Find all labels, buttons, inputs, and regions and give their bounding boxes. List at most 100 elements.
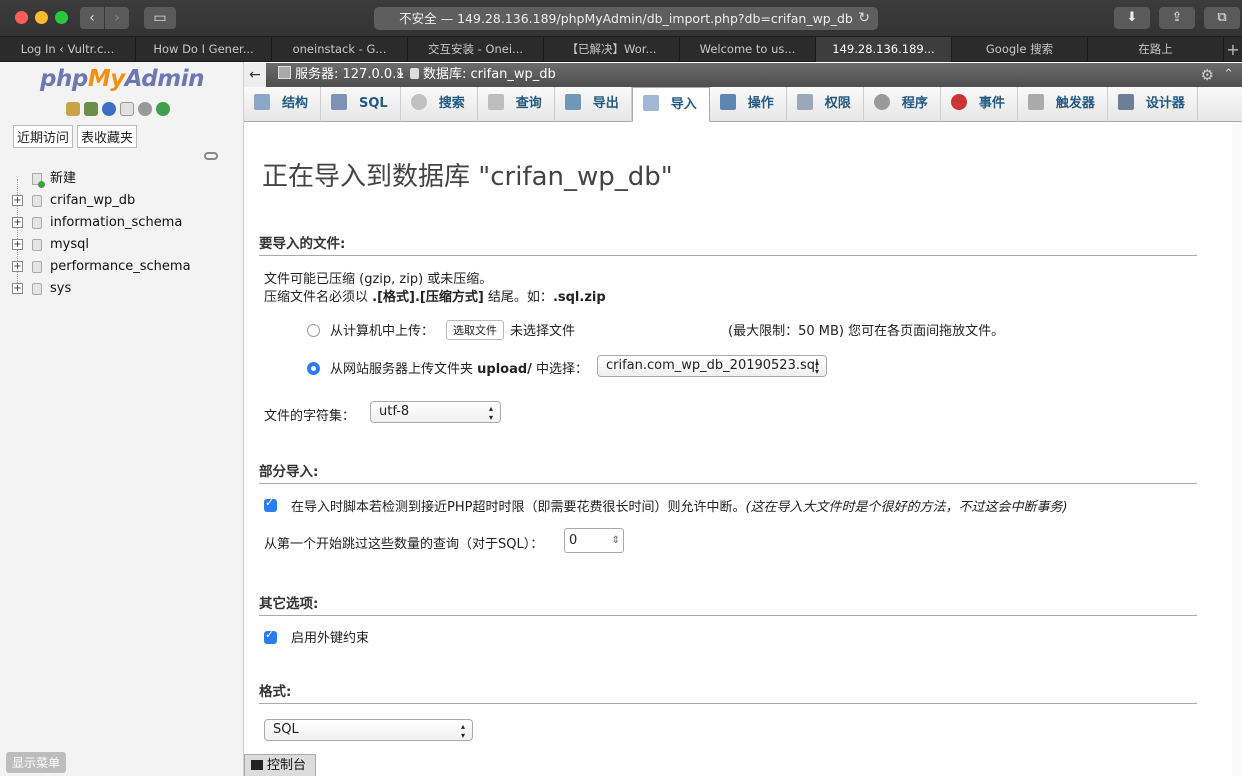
logo-php: php [40, 66, 88, 92]
tab-search[interactable]: 搜索 [401, 87, 478, 122]
browser-tab[interactable]: 在路上 [1088, 37, 1224, 62]
format-select[interactable]: SQL [264, 719, 473, 741]
console-label: 控制台 [267, 758, 307, 773]
skip-queries-input[interactable]: 0 [564, 528, 624, 553]
tree-item-database[interactable]: + mysql [10, 234, 240, 256]
reload-icon[interactable]: ↻ [858, 7, 870, 30]
upload-server-radio[interactable] [307, 362, 320, 375]
charset-label: 文件的字符集： [264, 409, 356, 424]
expand-icon[interactable]: + [12, 239, 23, 250]
export-icon [564, 94, 581, 110]
tab-privileges[interactable]: 权限 [787, 87, 864, 122]
browser-tab[interactable]: oneinstack - G... [272, 37, 408, 62]
browser-tab[interactable]: 【已解决】Wor... [544, 37, 680, 62]
browser-tab-active[interactable]: 149.28.136.189... [816, 37, 952, 62]
home-icon[interactable] [66, 102, 80, 116]
documentation-icon[interactable] [120, 102, 134, 116]
collapse-nav-arrow-icon[interactable]: ← [244, 63, 266, 87]
tab-designer[interactable]: 设计器 [1108, 87, 1198, 122]
charset-select[interactable]: utf-8 [370, 401, 501, 423]
note-text: 结尾。如： [483, 290, 553, 305]
allow-interrupt-label: 在导入时脚本若检测到接近PHP超时时限（即需要花费很长时间）则允许中断。(这在导… [291, 496, 1068, 515]
chevron-right-icon: › [114, 10, 120, 26]
tree-item-label: information_schema [50, 215, 183, 230]
help-icon[interactable] [102, 102, 116, 116]
upload-local-radio[interactable] [307, 324, 320, 337]
collapse-top-menu-icon[interactable]: ⌃ [1223, 63, 1234, 87]
tab-label: SQL [359, 96, 388, 111]
browser-tab[interactable]: Welcome to us... [680, 37, 816, 62]
share-button[interactable]: ⇪ [1159, 7, 1195, 29]
console-button[interactable]: 控制台 [244, 754, 316, 776]
expand-icon[interactable]: + [12, 283, 23, 294]
browser-tab[interactable]: Google 搜索 [952, 37, 1088, 62]
downloads-button[interactable]: ⬇ [1114, 7, 1150, 29]
tab-label: 权限 [824, 96, 851, 111]
allow-interrupt-checkbox[interactable] [264, 496, 277, 512]
tab-label: 事件 [978, 96, 1005, 111]
close-window-button[interactable] [15, 11, 28, 24]
tree-item-new[interactable]: 新建 [10, 168, 240, 190]
page-scrollbar[interactable] [1232, 122, 1242, 776]
tab-import[interactable]: 导入 [631, 87, 710, 122]
tab-label: 设计器 [1145, 96, 1185, 111]
back-button[interactable]: ‹ [80, 7, 104, 29]
show-menu-button[interactable]: 显示菜单 [6, 752, 67, 773]
link-with-main-panel-icon[interactable] [204, 152, 218, 160]
tab-routines[interactable]: 程序 [864, 87, 941, 122]
foreign-key-checkbox[interactable] [264, 628, 277, 644]
settings-icon[interactable] [138, 102, 152, 116]
page-settings-icon[interactable]: ⚙ [1201, 63, 1214, 87]
tab-sql[interactable]: SQL [321, 87, 401, 122]
wrench-icon [719, 94, 736, 110]
logout-icon[interactable] [84, 102, 98, 116]
tab-label: 导入 [670, 97, 697, 112]
expand-icon[interactable]: + [12, 261, 23, 272]
upload-server-text: 从网站服务器上传文件夹 [330, 362, 478, 377]
designer-icon [1117, 94, 1134, 110]
forward-button[interactable]: › [105, 7, 129, 29]
tree-item-label: crifan_wp_db [50, 193, 136, 208]
tab-structure[interactable]: 结构 [244, 87, 322, 122]
address-bar[interactable]: 不安全 — 149.28.136.189/phpMyAdmin/db_impor… [374, 7, 878, 30]
tree-item-database[interactable]: + performance_schema [10, 256, 240, 278]
browser-tab[interactable]: 交互安装 - Onei... [408, 37, 544, 62]
minimize-window-button[interactable] [35, 11, 48, 24]
tab-overview-button[interactable]: ⧉ [1204, 7, 1240, 29]
page-title: 正在导入到数据库 "crifan_wp_db" [262, 162, 673, 192]
tab-operations[interactable]: 操作 [710, 87, 787, 122]
tab-export[interactable]: 导出 [555, 87, 632, 122]
expand-icon[interactable]: + [12, 217, 23, 228]
sidebar-toggle-button[interactable]: ▭ [144, 7, 176, 29]
tab-query[interactable]: 查询 [478, 87, 555, 122]
tab-triggers[interactable]: 触发器 [1018, 87, 1108, 122]
import-icon [642, 95, 659, 111]
phpmyadmin-logo[interactable]: phpMyAdmin [40, 66, 204, 92]
favorites-button[interactable]: 表收藏夹 [77, 125, 138, 148]
note-text: 压缩文件名必须以 [264, 290, 373, 305]
breadcrumb-server[interactable]: 服务器: 127.0.0.1 [278, 63, 405, 87]
database-icon [32, 239, 42, 251]
no-file-chosen-text: 未选择文件 [510, 324, 576, 339]
tree-item-database[interactable]: + sys [10, 278, 240, 300]
breadcrumb-database[interactable]: 数据库: crifan_wp_db [410, 63, 556, 87]
address-text: 不安全 — 149.28.136.189/phpMyAdmin/db_impor… [399, 11, 853, 26]
reload-navigation-icon[interactable] [156, 102, 170, 116]
logo-admin: Admin [124, 66, 205, 92]
tab-events[interactable]: 事件 [941, 87, 1018, 122]
server-file-select[interactable]: crifan.com_wp_db_20190523.sql [597, 355, 827, 377]
tree-item-database[interactable]: + crifan_wp_db [10, 190, 240, 212]
database-icon [32, 283, 42, 295]
zoom-window-button[interactable] [55, 11, 68, 24]
recent-button[interactable]: 近期访问 [13, 125, 74, 148]
expand-icon[interactable]: + [12, 195, 23, 206]
choose-file-button[interactable]: 选取文件 [446, 320, 504, 340]
tab-label: 程序 [901, 96, 928, 111]
browser-tab[interactable]: Log In ‹ Vultr.c... [0, 37, 136, 62]
tree-item-database[interactable]: + information_schema [10, 212, 240, 234]
database-icon [32, 261, 42, 273]
tree-item-label: mysql [50, 237, 89, 252]
new-tab-button[interactable]: + [1224, 37, 1242, 61]
browser-tab[interactable]: How Do I Gener... [136, 37, 272, 62]
foreign-key-label: 启用外键约束 [291, 631, 370, 646]
